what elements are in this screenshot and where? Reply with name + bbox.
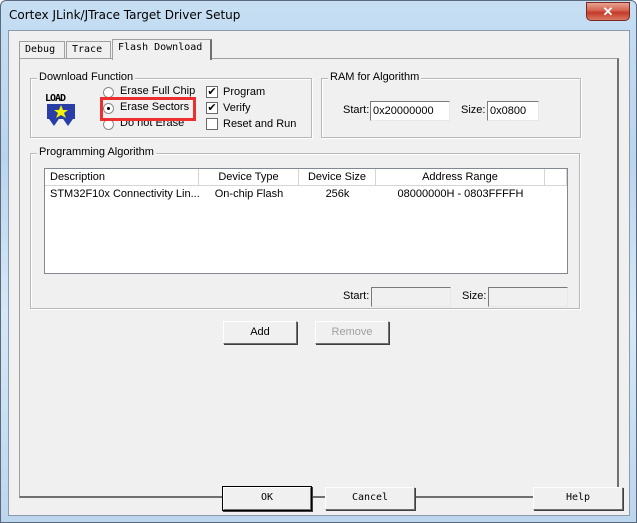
help-button[interactable]: Help: [533, 487, 623, 510]
cancel-button[interactable]: Cancel: [325, 487, 415, 510]
add-button[interactable]: Add: [223, 321, 297, 344]
programming-algorithm-label: Programming Algorithm: [37, 146, 156, 158]
algo-start-input[interactable]: [371, 287, 451, 307]
ram-size-label: Size:: [461, 104, 486, 116]
programming-algorithm-group: Programming Algorithm Description Device…: [30, 146, 580, 309]
ok-button[interactable]: OK: [223, 487, 311, 510]
tab-trace[interactable]: Trace: [66, 41, 111, 59]
column-device-type[interactable]: Device Type: [199, 169, 299, 186]
column-filler: [545, 169, 567, 186]
column-description[interactable]: Description: [45, 169, 199, 186]
download-function-label: Download Function: [37, 71, 136, 83]
algo-size-input[interactable]: [488, 287, 568, 307]
ram-start-label: Start:: [343, 104, 370, 116]
load-icon: LOAD: [45, 94, 77, 127]
ram-for-algorithm-group: RAM for Algorithm Start: Size:: [321, 71, 581, 138]
dialog-window: Cortex JLink/JTrace Target Driver Setup …: [0, 0, 637, 523]
verify-checkbox[interactable]: ✔: [206, 102, 218, 114]
cell-address-range: 08000000H - 0803FFFFH: [397, 188, 524, 200]
algo-size-label: Size:: [462, 290, 487, 302]
remove-button[interactable]: Remove: [315, 321, 389, 344]
erase-sectors-highlight: [100, 97, 196, 121]
reset-and-run-label[interactable]: Reset and Run: [223, 118, 296, 130]
window-title: Cortex JLink/JTrace Target Driver Setup: [9, 8, 241, 22]
close-icon: ✕: [602, 4, 614, 19]
erase-full-chip-label[interactable]: Erase Full Chip: [120, 85, 195, 97]
program-checkbox[interactable]: ✔: [206, 86, 218, 98]
algo-start-label: Start:: [343, 290, 370, 302]
close-button[interactable]: ✕: [586, 2, 630, 21]
column-address-range[interactable]: Address Range: [376, 169, 545, 186]
program-label[interactable]: Program: [223, 86, 265, 98]
title-bar[interactable]: Cortex JLink/JTrace Target Driver Setup …: [1, 1, 636, 31]
dialog-client: Debug Trace Flash Download Download Func…: [8, 30, 630, 516]
tab-debug[interactable]: Debug: [19, 41, 65, 59]
tab-flash-download[interactable]: Flash Download: [112, 39, 212, 60]
verify-label[interactable]: Verify: [223, 102, 251, 114]
cell-device-size: 256k: [325, 188, 350, 200]
algorithm-list[interactable]: Description Device Type Device Size Addr…: [44, 168, 568, 274]
cell-device-type: On-chip Flash: [214, 188, 284, 200]
column-device-size[interactable]: Device Size: [299, 169, 376, 186]
ram-size-input[interactable]: [487, 101, 539, 121]
flash-download-page: Download Function LOAD Erase Full Chip E…: [19, 58, 619, 498]
reset-and-run-checkbox[interactable]: [206, 118, 218, 130]
cell-description: STM32F10x Connectivity Lin...: [50, 188, 199, 200]
table-row[interactable]: STM32F10x Connectivity Lin... On-chip Fl…: [45, 186, 545, 203]
ram-start-input[interactable]: [370, 101, 450, 121]
ram-for-algorithm-label: RAM for Algorithm: [328, 71, 422, 83]
algorithm-list-header: Description Device Type Device Size Addr…: [45, 169, 567, 186]
